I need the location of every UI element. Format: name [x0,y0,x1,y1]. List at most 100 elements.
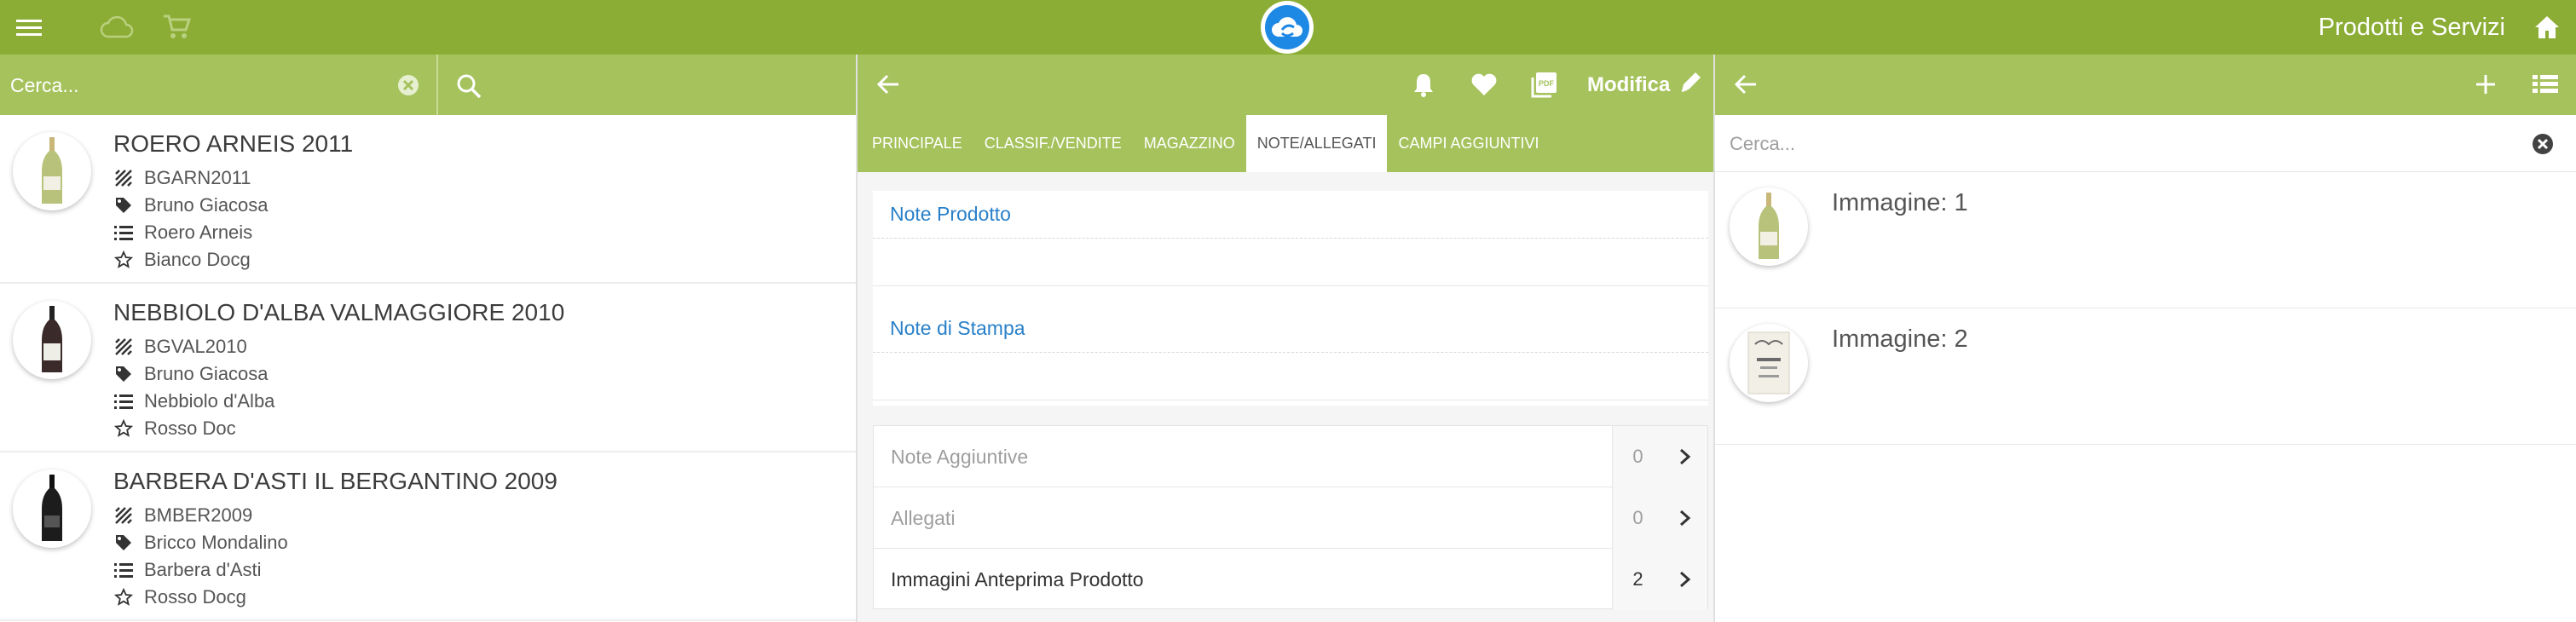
product-type-line: Rosso Docg [113,584,246,611]
product-search-input[interactable] [10,68,385,102]
image-label: Immagine: 2 [1832,325,1968,353]
attachments-card: Note Aggiuntive 0 Allegati 0 Immagini An… [873,425,1708,610]
images-toolbar [1715,55,2576,115]
product-code: BMBER2009 [144,504,253,526]
tag-icon [113,364,134,384]
product-type: Rosso Doc [144,418,236,439]
product-name: ROERO ARNEIS 2011 [113,130,354,157]
allegati-row[interactable]: Allegati 0 [874,487,1707,549]
note-aggiuntive-row[interactable]: Note Aggiuntive 0 [874,426,1707,487]
menu-icon[interactable] [12,0,46,55]
detail-toolbar: PDF Modifica [858,55,1713,115]
product-producer-line: Bricco Mondalino [113,529,288,556]
wine-label-thumbnail [1730,324,1808,402]
list-view-icon[interactable] [2527,66,2564,103]
pencil-icon [1678,69,1704,101]
product-producer-line: Bruno Giacosa [113,192,269,219]
modifica-label: Modifica [1587,72,1671,96]
immagini-anteprima-row[interactable]: Immagini Anteprima Prodotto 2 [874,549,1707,610]
tab-note-allegati[interactable]: NOTE/ALLEGATI [1245,115,1388,172]
detail-tabs: PRINCIPALE CLASSIF./VENDITE MAGAZZINO NO… [858,115,1713,172]
app-logo[interactable] [1261,1,1314,54]
product-detail-pane: PDF Modifica PRINCIPALE CLASSIF./VENDITE… [856,55,1715,622]
image-search-input[interactable] [1730,127,2497,161]
image-list: Immagine: 1 Immagine: 2 [1715,172,2576,445]
clear-search-icon[interactable] [2529,130,2556,158]
star-outline-icon [113,418,134,439]
chevron-right-icon[interactable] [1663,549,1707,610]
tab-classif-vendite[interactable]: CLASSIF./VENDITE [973,115,1133,172]
list-icon [113,391,134,412]
product-code-line: BGVAL2010 [113,333,247,360]
row-count: 0 [1612,487,1663,549]
product-producer: Bruno Giacosa [144,363,269,384]
product-type-line: Bianco Docg [113,246,251,274]
heart-icon[interactable] [1465,66,1503,103]
images-pane: Immagine: 1 Immagine: 2 [1715,55,2576,622]
cloud-icon[interactable] [97,0,136,55]
tab-campi-aggiuntivi[interactable]: CAMPI AGGIUNTIVI [1387,115,1550,172]
cart-icon[interactable] [160,0,193,55]
product-producer: Bruno Giacosa [144,194,269,216]
search-icon[interactable] [452,69,486,103]
row-label: Allegati [891,507,956,529]
product-code: BGARN2011 [144,167,251,188]
note-prodotto-heading: Note Prodotto [873,191,1708,239]
modifica-button[interactable]: Modifica [1587,55,1704,115]
image-row[interactable]: Immagine: 1 [1715,172,2576,308]
product-producer-line: Bruno Giacosa [113,360,269,388]
back-arrow-icon[interactable] [1727,66,1765,103]
barcode-icon [113,505,134,526]
wine-bottle-thumbnail [13,301,91,379]
tab-magazzino[interactable]: MAGAZZINO [1133,115,1246,172]
row-label: Note Aggiuntive [891,446,1029,468]
bell-icon[interactable] [1405,66,1442,103]
image-search-bar [1715,115,2576,172]
product-category-line: Nebbiolo d'Alba [113,388,274,415]
list-icon [113,222,134,243]
pdf-icon[interactable]: PDF [1526,66,1563,103]
row-label: Immagini Anteprima Prodotto [891,568,1144,590]
row-count: 2 [1612,549,1663,610]
notes-card: Note Prodotto Note di Stampa [873,191,1708,406]
wine-bottle-thumbnail [13,469,91,548]
wine-bottle-thumbnail [13,132,91,210]
product-row[interactable]: BARBERA D'ASTI IL BERGANTINO 2009 BMBER2… [0,452,856,621]
product-producer: Bricco Mondalino [144,532,288,553]
tab-principale[interactable]: PRINCIPALE [861,115,973,172]
product-code: BGVAL2010 [144,336,247,357]
product-list-pane: ROERO ARNEIS 2011 BGARN2011 Bruno Giacos… [0,55,856,622]
clear-search-icon[interactable] [395,72,422,99]
svg-text:PDF: PDF [1539,79,1555,88]
product-type: Bianco Docg [144,249,251,270]
tag-icon [113,533,134,553]
product-name: NEBBIOLO D'ALBA VALMAGGIORE 2010 [113,299,565,325]
product-category: Barbera d'Asti [144,559,262,580]
note-stampa-heading: Note di Stampa [873,305,1708,353]
add-icon[interactable] [2467,66,2504,103]
product-search-bar [0,55,856,115]
product-code-line: BMBER2009 [113,502,252,529]
image-label: Immagine: 1 [1832,189,1968,216]
chevron-right-icon[interactable] [1663,426,1707,487]
home-icon[interactable] [2528,0,2566,55]
image-row[interactable]: Immagine: 2 [1715,308,2576,445]
product-code-line: BGARN2011 [113,164,251,192]
app-header: Prodotti e Servizi [0,0,2576,55]
product-type: Rosso Docg [144,586,246,608]
product-category: Nebbiolo d'Alba [144,390,275,412]
product-row[interactable]: ROERO ARNEIS 2011 BGARN2011 Bruno Giacos… [0,115,856,284]
chevron-right-icon[interactable] [1663,487,1707,549]
star-outline-icon [113,587,134,608]
note-stampa-field[interactable] [873,353,1708,400]
wine-bottle-thumbnail [1730,187,1808,266]
note-prodotto-field[interactable] [873,239,1708,286]
product-category-line: Roero Arneis [113,219,252,246]
product-row[interactable]: NEBBIOLO D'ALBA VALMAGGIORE 2010 BGVAL20… [0,284,856,452]
tag-icon [113,195,134,216]
list-icon [113,560,134,580]
barcode-icon [113,168,134,188]
product-name: BARBERA D'ASTI IL BERGANTINO 2009 [113,468,557,494]
logo-cloud-icon [1265,5,1309,49]
back-arrow-icon[interactable] [869,66,907,103]
